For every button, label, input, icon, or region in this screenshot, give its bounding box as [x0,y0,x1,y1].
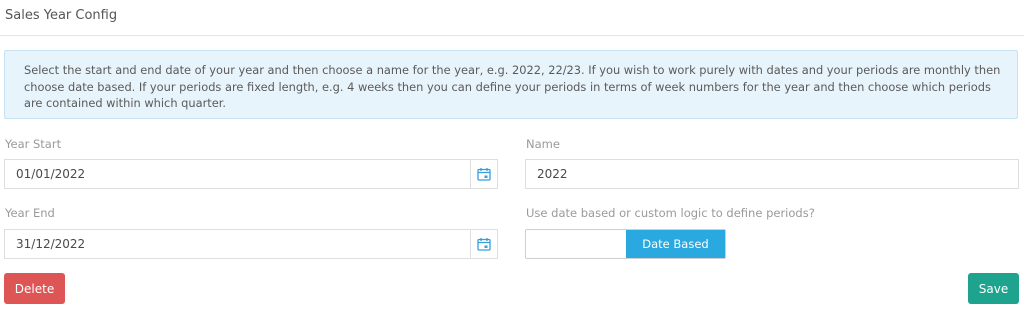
year-start-label: Year Start [5,137,62,151]
save-button[interactable]: Save [968,273,1019,304]
year-start-input[interactable]: 01/01/2022 [4,159,498,189]
year-end-label: Year End [5,206,55,220]
sales-year-config-page: Sales Year Config Select the start and e… [0,0,1024,311]
page-title: Sales Year Config [5,8,118,23]
page-header: Sales Year Config [0,0,1024,36]
name-input[interactable]: 2022 [525,159,1019,189]
period-mode-toggle[interactable]: Date Based [525,229,726,259]
calendar-icon [477,168,491,181]
period-mode-label: Use date based or custom logic to define… [526,206,815,220]
year-end-input[interactable]: 31/12/2022 [4,229,498,259]
year-end-value: 31/12/2022 [16,237,86,251]
info-alert: Select the start and end date of your ye… [4,50,1018,119]
year-start-value: 01/01/2022 [16,167,86,181]
period-mode-selected[interactable]: Date Based [626,230,725,258]
delete-button[interactable]: Delete [4,273,65,304]
name-label: Name [526,137,560,151]
info-alert-text: Select the start and end date of your ye… [24,63,1001,110]
year-end-calendar-button[interactable] [470,230,497,258]
year-start-calendar-button[interactable] [470,160,497,188]
name-value: 2022 [537,167,568,181]
calendar-icon [477,238,491,251]
